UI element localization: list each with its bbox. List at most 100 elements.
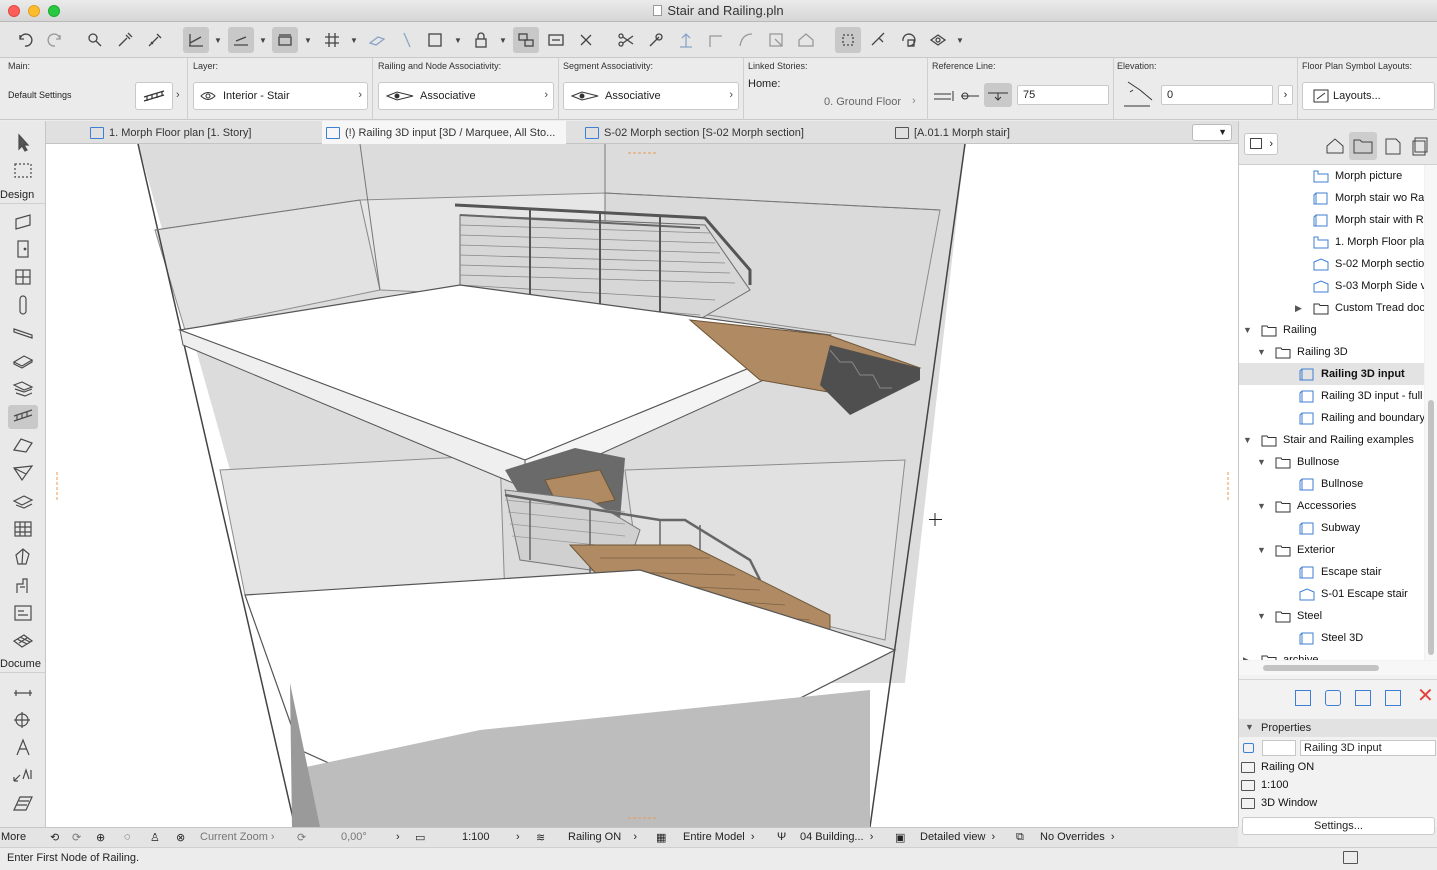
railing-node-selector[interactable]: Associative › (378, 82, 554, 110)
reference-line-icon[interactable] (933, 88, 981, 104)
expand-triangle-icon[interactable]: ▼ (1243, 325, 1252, 335)
rotate-view-button[interactable] (895, 27, 921, 53)
layer-selector[interactable]: Interior - Stair › (193, 82, 368, 110)
guide-line-button[interactable] (228, 27, 254, 53)
layer-combination-row[interactable]: Railing ON (1241, 758, 1314, 776)
trace-button[interactable] (835, 27, 861, 53)
arrow-tool[interactable] (8, 131, 38, 155)
project-map-button[interactable] (1323, 134, 1349, 158)
navigator-item[interactable]: Bullnose (1239, 473, 1424, 495)
scale-row[interactable]: 1:100 (1241, 776, 1289, 794)
expand-triangle-icon[interactable]: ▼ (1243, 435, 1252, 445)
navigator-item[interactable]: ▼ Railing 3D (1239, 341, 1424, 363)
railing-tool[interactable] (8, 405, 38, 429)
navigator-horizontal-scrollbar[interactable] (1239, 661, 1437, 675)
roof-tool[interactable] (8, 433, 38, 457)
fillet-button[interactable] (703, 27, 729, 53)
dimension-button[interactable] (543, 27, 569, 53)
expand-triangle-icon[interactable]: ▼ (1257, 347, 1266, 357)
column-tool[interactable] (8, 293, 38, 317)
walk-icon[interactable]: ♙ (150, 831, 160, 844)
window-row[interactable]: 3D Window (1241, 794, 1317, 812)
element-button[interactable] (394, 27, 420, 53)
guide-line-dropdown[interactable]: ▼ (259, 36, 267, 45)
text-tool[interactable] (8, 735, 38, 759)
3d-viewport[interactable] (46, 144, 1238, 827)
view-options-dropdown[interactable]: ▼ (956, 36, 964, 45)
curtain-wall-tool[interactable] (8, 517, 38, 541)
scale-value[interactable]: 1:100 (462, 831, 490, 843)
layer-mode-dropdown[interactable]: ▼ (214, 36, 222, 45)
navigator-item[interactable]: Railing and boundary (1239, 407, 1424, 429)
skylight-tool[interactable] (8, 489, 38, 513)
navigator-item[interactable]: ▼ Railing (1239, 319, 1424, 341)
lock-dropdown[interactable]: ▼ (499, 36, 507, 45)
expand-triangle-icon[interactable]: ▼ (1257, 611, 1266, 621)
segment-selector[interactable]: Associative › (563, 82, 739, 110)
collapse-triangle-icon[interactable]: ▶ (1243, 655, 1250, 660)
marquee-button[interactable] (422, 27, 448, 53)
navigator-item[interactable]: Morph picture (1239, 165, 1424, 187)
tab-list-button[interactable]: ▼ (1192, 124, 1232, 141)
expand-triangle-icon[interactable]: ▼ (1257, 501, 1266, 511)
view-name-input[interactable]: Railing 3D input (1300, 740, 1436, 756)
navigator-item[interactable]: Steel 3D (1239, 627, 1424, 649)
fill-tool[interactable] (8, 791, 38, 815)
object-tool[interactable] (8, 573, 38, 597)
curve-button[interactable] (733, 27, 759, 53)
navigator-item[interactable]: S-01 Escape stair (1239, 583, 1424, 605)
navigator-item[interactable]: Railing 3D input (1239, 363, 1424, 385)
marquee-dropdown[interactable]: ▼ (454, 36, 462, 45)
slab-tool[interactable] (8, 349, 38, 373)
elevation-input[interactable]: 0 (1161, 85, 1273, 105)
tab-a011-morph-stair[interactable]: [A.01.1 Morph stair] (891, 121, 1026, 144)
marquee-tool[interactable] (8, 159, 38, 183)
plane-button[interactable] (364, 27, 390, 53)
navigator-item[interactable]: S-03 Morph Side vie (1239, 275, 1424, 297)
suspend-groups-button[interactable] (513, 27, 539, 53)
mesh-tool[interactable] (8, 629, 38, 653)
lock-button[interactable] (468, 27, 494, 53)
overrides-selector[interactable]: No Overrides › (1040, 831, 1115, 843)
split-button[interactable] (613, 27, 639, 53)
grid-snap-dropdown[interactable]: ▼ (350, 36, 358, 45)
roof-button[interactable] (793, 27, 819, 53)
zone-tool[interactable] (8, 601, 38, 625)
model-view-selector[interactable]: Entire Model › (683, 831, 755, 843)
properties-header[interactable]: ▼ Properties (1239, 719, 1437, 737)
collapse-triangle-icon[interactable]: ▶ (1295, 303, 1302, 314)
snap-guides-dropdown[interactable]: ▼ (304, 36, 312, 45)
morph-tools-button[interactable] (865, 27, 891, 53)
navigator-item[interactable]: ▼ Stair and Railing examples (1239, 429, 1424, 451)
navigator-item[interactable]: Morph stair with Rai (1239, 209, 1424, 231)
navigator-item[interactable]: ▼ Bullnose (1239, 451, 1424, 473)
navigator-toggle-icon[interactable] (1343, 851, 1358, 864)
elevate-button[interactable] (673, 27, 699, 53)
new-view-icon[interactable] (1355, 690, 1371, 706)
home-story-value[interactable]: 0. Ground Floor (824, 96, 901, 108)
dimension-tool[interactable] (8, 679, 38, 703)
morph-tool[interactable] (8, 545, 38, 569)
view-options-button[interactable] (925, 27, 951, 53)
navigator-item[interactable]: ▼ Accessories (1239, 495, 1424, 517)
clone-folder-icon[interactable] (1295, 690, 1311, 706)
navigator-item[interactable]: Escape stair (1239, 561, 1424, 583)
snap-guides-button[interactable] (272, 27, 298, 53)
delete-icon[interactable]: ✕ (1417, 686, 1434, 706)
navigator-item[interactable]: Subway (1239, 517, 1424, 539)
inject-parameters-button[interactable] (142, 27, 168, 53)
layer-mode-button[interactable] (183, 27, 209, 53)
expand-triangle-icon[interactable]: ▼ (1257, 545, 1266, 555)
tab-s02-morph-section[interactable]: S-02 Morph section [S-02 Morph section] (581, 121, 829, 144)
navigator-vertical-scrollbar[interactable] (1425, 165, 1437, 660)
undo-button[interactable] (12, 27, 38, 53)
shell-tool[interactable] (8, 461, 38, 485)
publisher-sets-button[interactable] (1409, 134, 1435, 158)
reference-offset-input[interactable]: 75 (1017, 85, 1109, 105)
zoom-in-icon[interactable]: ⊕ (96, 831, 105, 844)
zoom-next-icon[interactable]: ⟳ (72, 831, 81, 844)
zoom-prev-icon[interactable]: ⟲ (50, 831, 59, 844)
orbit-icon[interactable]: ◌ (124, 831, 131, 843)
save-view-icon[interactable] (1385, 690, 1401, 706)
adjust-button[interactable] (643, 27, 669, 53)
